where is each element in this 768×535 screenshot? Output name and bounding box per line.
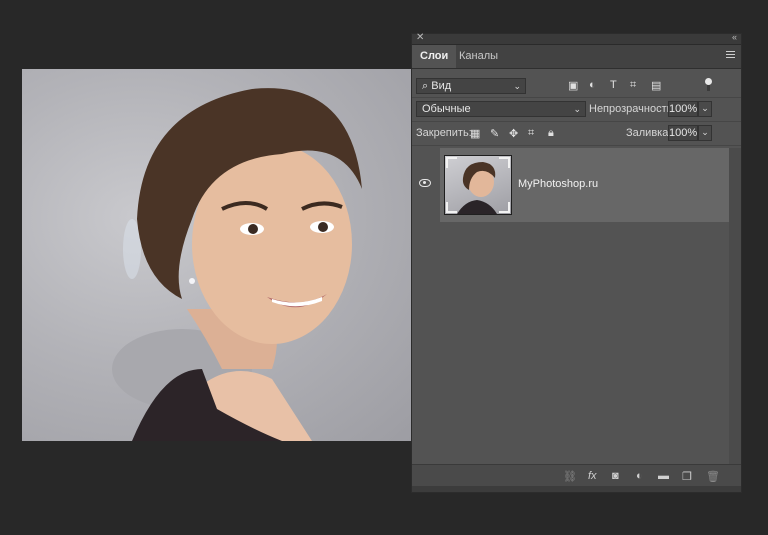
link-layers-icon[interactable]: ⛓ bbox=[563, 470, 577, 483]
opacity-dropdown-icon[interactable]: ⌄ bbox=[698, 101, 712, 117]
lock-artboard-icon[interactable]: ⌗ bbox=[528, 127, 534, 140]
type-filter-icon[interactable]: T bbox=[610, 79, 617, 91]
layer-visibility-cell[interactable] bbox=[412, 148, 440, 222]
lock-all-icon[interactable]: 🔒︎ bbox=[548, 127, 554, 140]
tab-channels[interactable]: Каналы bbox=[451, 45, 506, 68]
lock-position-icon[interactable]: ✥ bbox=[509, 127, 518, 140]
layer-mask-icon[interactable]: ◙ bbox=[612, 470, 619, 482]
panel-tabs: Слои Каналы bbox=[412, 45, 741, 69]
fill-label: Заливка: bbox=[626, 127, 672, 139]
document-canvas[interactable] bbox=[22, 69, 411, 441]
layer-row[interactable]: MyPhotoshop.ru bbox=[440, 148, 729, 222]
tab-layers[interactable]: Слои bbox=[412, 45, 457, 68]
collapse-icon[interactable]: « bbox=[732, 32, 737, 42]
filter-kind-label: Вид bbox=[431, 80, 452, 92]
layers-panel: ✕ « Слои Каналы ⌕ Вид ⌄ ▣ ◐ T ⌗ ▤ Обычны… bbox=[411, 32, 742, 493]
portrait-photo bbox=[112, 88, 362, 441]
blend-mode-select[interactable]: Обычные ⌄ bbox=[416, 101, 586, 117]
layers-scrollbar[interactable] bbox=[729, 148, 741, 464]
lock-label: Закрепить: bbox=[416, 127, 472, 139]
adjustment-filter-icon[interactable]: ◐ bbox=[589, 79, 596, 91]
layer-name[interactable]: MyPhotoshop.ru bbox=[518, 178, 598, 190]
panel-menu-icon[interactable] bbox=[726, 51, 735, 60]
search-icon: ⌕ bbox=[422, 80, 429, 92]
lock-image-icon[interactable]: ✎ bbox=[490, 127, 499, 140]
new-layer-icon[interactable]: ❐ bbox=[682, 470, 692, 483]
shape-filter-icon[interactable]: ⌗ bbox=[630, 79, 636, 92]
close-icon[interactable]: ✕ bbox=[416, 32, 424, 43]
layer-thumbnail[interactable] bbox=[444, 155, 512, 215]
filter-kind-select[interactable]: ⌕ Вид ⌄ bbox=[416, 78, 526, 94]
adjustment-layer-icon[interactable]: ◐ bbox=[636, 470, 643, 482]
fx-icon[interactable]: fx bbox=[588, 470, 597, 482]
panel-bottom-edge bbox=[412, 486, 741, 492]
fill-input[interactable]: 100% bbox=[668, 125, 698, 141]
filter-toggle[interactable] bbox=[705, 78, 712, 92]
group-folder-icon[interactable]: ▬ bbox=[658, 470, 669, 482]
fill-dropdown-icon[interactable]: ⌄ bbox=[698, 125, 712, 141]
chevron-down-icon: ⌄ bbox=[513, 81, 521, 91]
opacity-input[interactable]: 100% bbox=[668, 101, 698, 117]
image-filter-icon[interactable]: ▣ bbox=[568, 79, 578, 92]
eye-icon[interactable] bbox=[419, 179, 431, 187]
panel-titlebar: ✕ « bbox=[412, 32, 741, 45]
smart-object-filter-icon[interactable]: ▤ bbox=[651, 79, 661, 92]
trash-icon[interactable]: 🗑︎ bbox=[706, 470, 720, 483]
chevron-down-icon: ⌄ bbox=[573, 104, 581, 114]
opacity-label: Непрозрачность: bbox=[589, 103, 676, 115]
blend-mode-value: Обычные bbox=[422, 103, 471, 115]
lock-transparent-icon[interactable]: ▦ bbox=[470, 127, 480, 140]
